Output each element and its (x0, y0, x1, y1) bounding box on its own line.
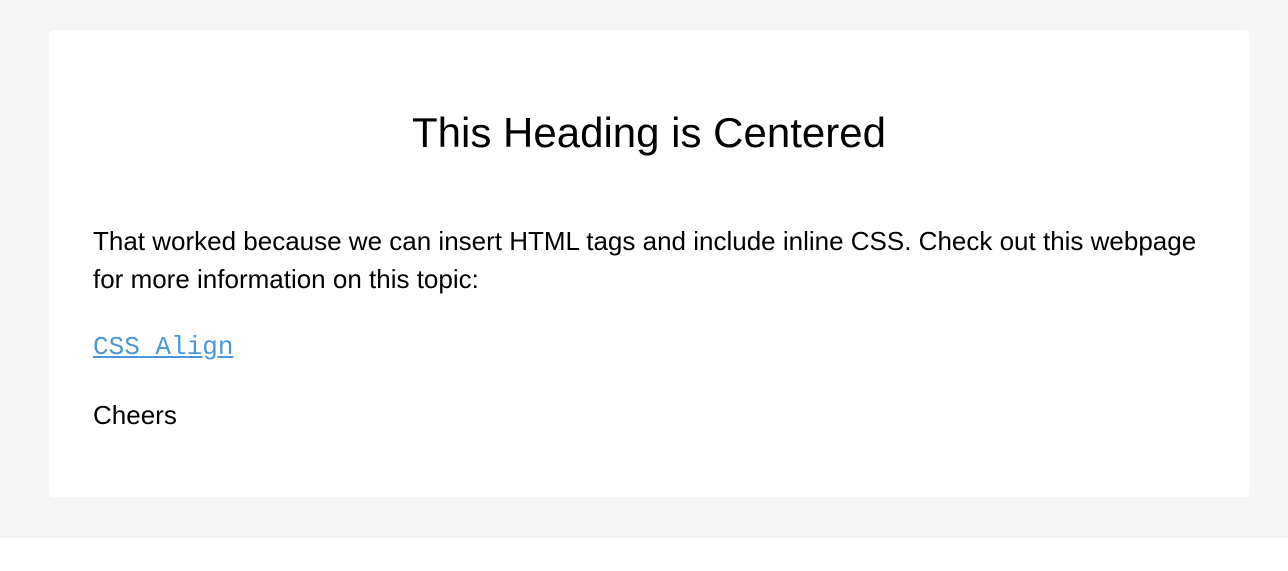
content-card: This Heading is Centered That worked bec… (49, 30, 1249, 497)
signoff-text: Cheers (93, 400, 177, 430)
page-title: This Heading is Centered (412, 109, 886, 156)
page-background: This Heading is Centered That worked bec… (0, 0, 1288, 538)
body-paragraph: That worked because we can insert HTML t… (93, 226, 1197, 294)
css-align-link[interactable]: CSS Align (93, 330, 233, 364)
